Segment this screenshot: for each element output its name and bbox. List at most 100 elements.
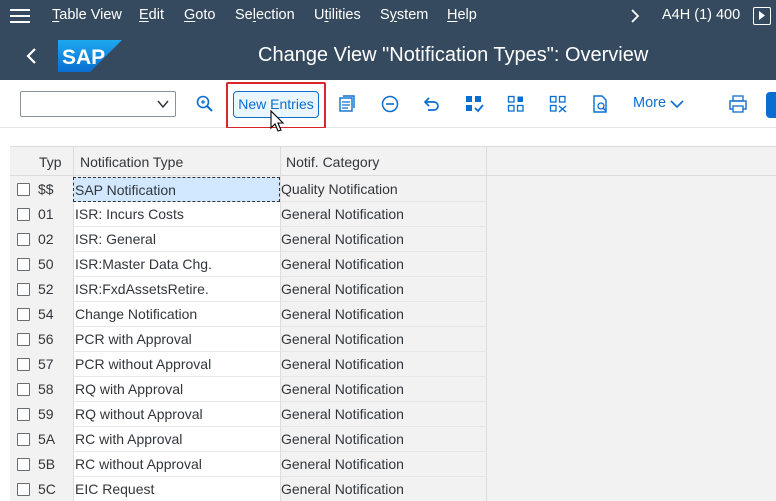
chevron-right-icon[interactable] [628, 8, 642, 24]
cell-typ: 5A [38, 431, 56, 447]
print-icon[interactable] [728, 94, 748, 114]
menu-help[interactable]: Help [447, 7, 477, 23]
cell-notification-type-text: SAP Notification [75, 182, 176, 198]
cell-notification-type-text: ISR: Incurs Costs [75, 206, 184, 222]
table-row[interactable]: 58 RQ with Approval General Notification [10, 377, 776, 402]
menu-table-view[interactable]: Table View [52, 7, 122, 23]
cell-notif-category: General Notification [280, 477, 486, 501]
cell-notification-type-text: RQ without Approval [75, 406, 203, 422]
customize-button[interactable] [766, 92, 776, 118]
cell-notification-type-text: RC with Approval [75, 431, 183, 447]
cell-notification-type[interactable]: ISR: General [73, 227, 280, 252]
table-row[interactable]: 54 Change Notification General Notificatio… [10, 302, 776, 327]
back-arrow-icon[interactable] [22, 46, 42, 66]
cell-notification-type[interactable]: RQ with Approval [73, 377, 280, 402]
cell-notification-type[interactable]: RQ without Approval [73, 402, 280, 427]
row-select-checkbox[interactable] [17, 408, 30, 421]
cell-notification-type-text: EIC Request [75, 481, 155, 497]
cell-notif-category: General Notification [280, 427, 486, 452]
chevron-down-icon [157, 100, 169, 109]
menu-goto[interactable]: Goto [184, 7, 215, 23]
play-icon[interactable] [753, 7, 771, 25]
cell-notification-type-text: ISR: General [75, 231, 156, 247]
table-row[interactable]: 5C EIC Request General Notification [10, 477, 776, 501]
menu-utilities[interactable]: Utilities [314, 7, 361, 23]
table-row[interactable]: 01 ISR: Incurs Costs General Notification [10, 202, 776, 227]
cell-notification-type[interactable]: SAP Notification [73, 177, 280, 202]
cell-notification-type[interactable]: EIC Request [73, 477, 280, 501]
search-icon[interactable] [195, 94, 215, 114]
row-select-checkbox[interactable] [17, 208, 30, 221]
command-dropdown[interactable] [20, 91, 176, 117]
table-row[interactable]: 59 RQ without Approval General Notificatio… [10, 402, 776, 427]
cell-notification-type[interactable]: ISR: Incurs Costs [73, 202, 280, 227]
row-select-checkbox[interactable] [17, 233, 30, 246]
cell-notification-type[interactable]: PCR with Approval [73, 327, 280, 352]
table-header: Typ Notification Type Notif. Category [10, 146, 776, 177]
table-row[interactable]: 57 PCR without Approval General Notificati… [10, 352, 776, 377]
column-header-notif-category[interactable]: Notif. Category [286, 154, 379, 170]
column-header-typ[interactable]: Typ [39, 154, 62, 170]
table-row[interactable]: 5A RC with Approval General Notification [10, 427, 776, 452]
row-select-checkbox[interactable] [17, 383, 30, 396]
empty-cell [486, 202, 776, 227]
empty-cell [486, 227, 776, 252]
row-select-checkbox[interactable] [17, 483, 30, 496]
copy-as-icon[interactable] [337, 94, 357, 114]
cell-typ: 54 [38, 306, 54, 322]
select-all-icon[interactable] [464, 94, 484, 114]
cell-notification-type[interactable]: RC with Approval [73, 427, 280, 452]
row-select-checkbox[interactable] [17, 433, 30, 446]
table-row[interactable]: 50 ISR:Master Data Chg. General Notificati… [10, 252, 776, 277]
hamburger-menu-icon[interactable] [10, 8, 30, 24]
table-row[interactable]: $$ SAP Notification Quality Notification [10, 177, 776, 202]
row-select-checkbox[interactable] [17, 258, 30, 271]
cell-notif-category: General Notification [280, 252, 486, 277]
cell-notification-type-text: PCR with Approval [75, 331, 192, 347]
column-header-notification-type[interactable]: Notification Type [80, 154, 183, 170]
cell-typ: 5C [38, 481, 56, 497]
cell-notif-category-text: General Notification [281, 406, 404, 422]
cell-typ: 56 [38, 331, 54, 347]
table-row[interactable]: 02 ISR: General General Notification [10, 227, 776, 252]
table-row[interactable]: 52 ISR:FxdAssetsRetire. General Notificati… [10, 277, 776, 302]
cell-typ: 50 [38, 256, 54, 272]
cell-notif-category: General Notification [280, 402, 486, 427]
empty-cell [486, 427, 776, 452]
cell-notification-type-text: PCR without Approval [75, 356, 212, 372]
table-row[interactable]: 56 PCR with Approval General Notification [10, 327, 776, 352]
undo-icon[interactable] [421, 94, 441, 114]
empty-cell [486, 277, 776, 302]
row-select-checkbox[interactable] [17, 458, 30, 471]
deselect-all-icon[interactable] [548, 94, 568, 114]
cell-notification-type[interactable]: ISR:FxdAssetsRetire. [73, 277, 280, 302]
chevron-down-icon[interactable] [670, 99, 684, 109]
table-row[interactable]: 5B RC without Approval General Notificatio… [10, 452, 776, 477]
cell-notification-type[interactable]: PCR without Approval [73, 352, 280, 377]
empty-cell [486, 377, 776, 402]
cell-notification-type[interactable]: RC without Approval [73, 452, 280, 477]
menu-selection[interactable]: Selection [235, 7, 295, 23]
cell-notification-type-text: ISR:Master Data Chg. [75, 256, 212, 272]
delete-icon[interactable] [380, 94, 400, 114]
more-button[interactable]: More [633, 95, 666, 111]
menu-edit[interactable]: Edit [139, 7, 164, 23]
row-select-checkbox[interactable] [17, 333, 30, 346]
title-bar: SAP Change View "Notification Types": Ov… [0, 32, 776, 80]
select-block-icon[interactable] [506, 94, 526, 114]
cell-notif-category: General Notification [280, 327, 486, 352]
cell-typ: 02 [38, 231, 54, 247]
cell-notif-category-text: General Notification [281, 431, 404, 447]
row-select-checkbox[interactable] [17, 283, 30, 296]
cell-notif-category-text: General Notification [281, 381, 404, 397]
row-select-checkbox[interactable] [17, 358, 30, 371]
row-select-checkbox[interactable] [17, 183, 30, 196]
cell-notif-category-text: General Notification [281, 481, 404, 497]
print-preview-icon[interactable] [590, 94, 610, 114]
row-select-checkbox[interactable] [17, 308, 30, 321]
empty-cell [486, 352, 776, 377]
cell-notification-type[interactable]: ISR:Master Data Chg. [73, 252, 280, 277]
svg-text:SAP: SAP [62, 46, 105, 69]
cell-notification-type[interactable]: Change Notification [73, 302, 280, 327]
menu-system[interactable]: System [380, 7, 428, 23]
